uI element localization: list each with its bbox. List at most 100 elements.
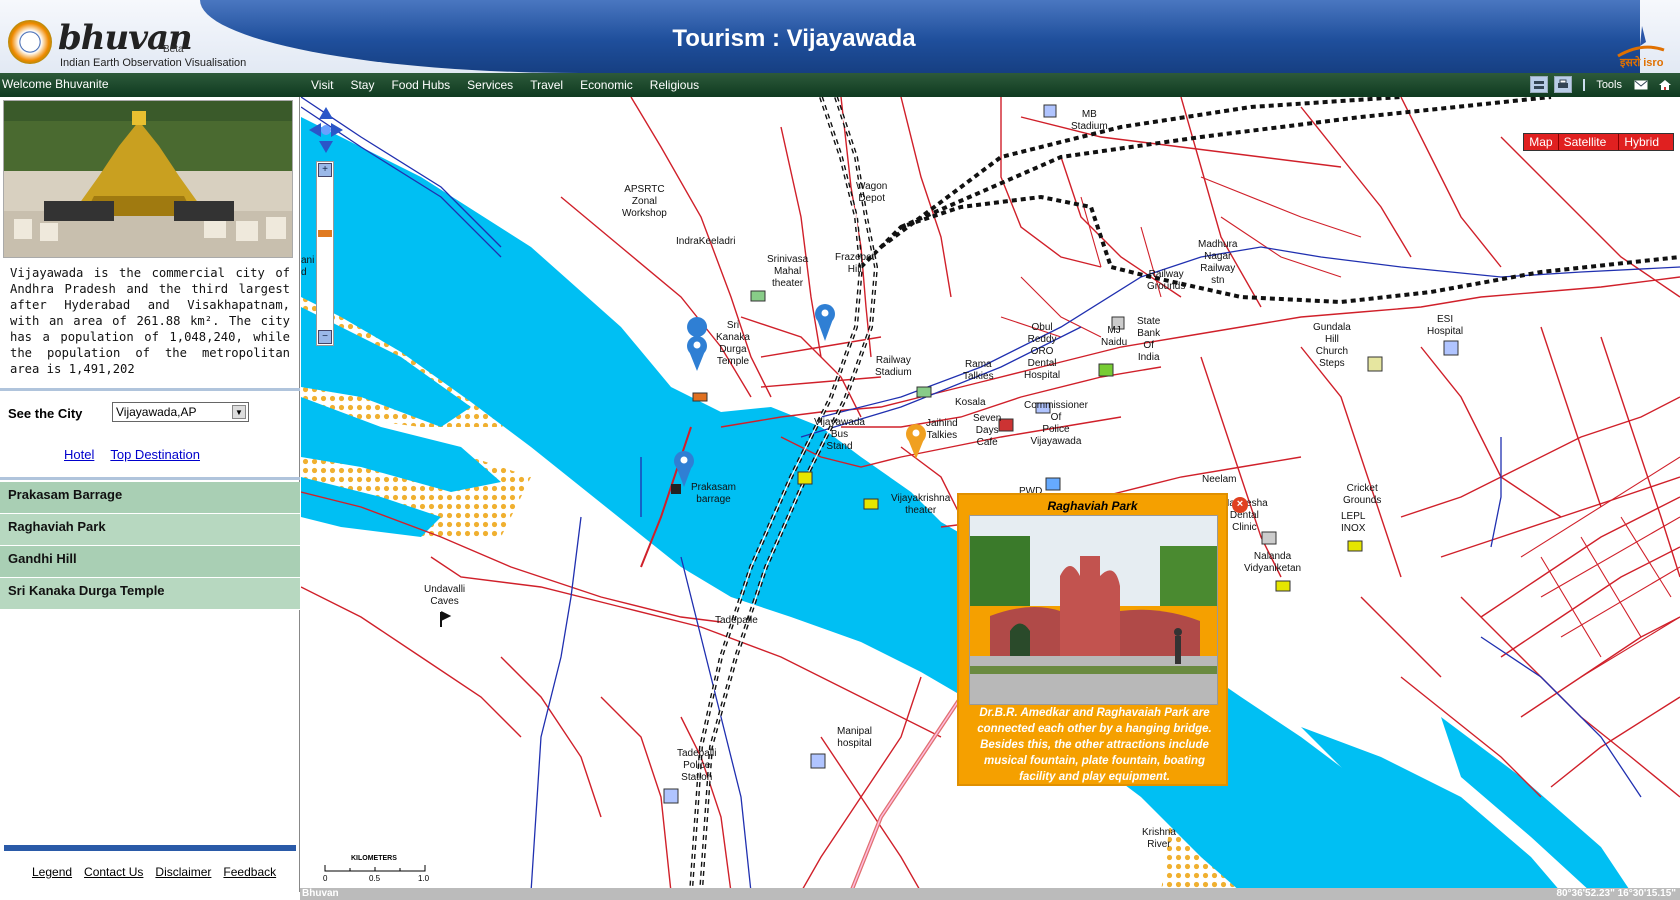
map-type-satellite[interactable]: Satellite [1559, 134, 1620, 150]
label-madhura-nagar: Madhura Nagar Railway stn [1198, 239, 1238, 286]
destination-kanaka-durga-temple[interactable]: Sri Kanaka Durga Temple [0, 578, 300, 610]
print-icon[interactable] [1554, 76, 1573, 93]
label-railway-stadium: Railway Stadium [875, 355, 912, 378]
tools-label[interactable]: Tools [1596, 79, 1622, 91]
map-type-switcher: Map Satellite Hybrid [1523, 133, 1674, 151]
label-left-edge: ani d [301, 255, 315, 278]
zoom-in-icon[interactable]: + [318, 163, 332, 177]
menu-food-hubs[interactable]: Food Hubs [391, 78, 450, 92]
label-jaihind: Jaihind Talkies [926, 418, 958, 441]
footer-divider [4, 845, 296, 851]
label-frazepet-hill: Frazepet Hill [835, 252, 875, 275]
destination-prakasam-barrage[interactable]: Prakasam Barrage [0, 482, 300, 514]
label-seven-days: Seven Days Cafe [973, 413, 1002, 448]
status-left: Bhuvan [302, 888, 339, 899]
top-destination-link[interactable]: Top Destination [110, 447, 200, 462]
svg-text:इसरो isro: इसरो isro [1619, 55, 1664, 68]
scale-tick-0: 0 [323, 874, 328, 883]
destination-gandhi-hill[interactable]: Gandhi Hill [0, 546, 300, 578]
label-tadepalli-police: Tadepalli Police Station [677, 748, 717, 783]
menu-travel[interactable]: Travel [530, 78, 563, 92]
label-indrakeeladri: IndraKeeladri [676, 236, 736, 247]
map-type-map[interactable]: Map [1524, 134, 1559, 150]
coordinate-readout: 80°36'52.23" 16°30'15.15" [1556, 888, 1676, 899]
zoom-handle[interactable] [318, 230, 332, 237]
menu-stay[interactable]: Stay [350, 78, 374, 92]
label-cricket-grounds: Cricket Grounds [1343, 483, 1382, 506]
scale-tick-half: 0.5 [369, 874, 381, 883]
label-undavalli: Undavalli Caves [424, 584, 466, 607]
bhuvan-watermark: bhuvan [1087, 813, 1155, 834]
nav-bar: Welcome Bhuvanite Visit Stay Food Hubs S… [0, 73, 1680, 97]
info-popup: Raghaviah Park Dr.B.R. Amedkar and Ragha… [957, 493, 1228, 786]
menu-services[interactable]: Services [467, 78, 513, 92]
chevron-down-icon[interactable]: ▼ [232, 405, 246, 419]
popup-title: Raghaviah Park [1047, 499, 1138, 513]
city-description: Vijayawada is the commercial city of And… [10, 266, 290, 376]
close-icon[interactable]: × [1232, 497, 1248, 513]
scale-bar: KILOMETERS 0 0.5 1.0 [323, 855, 433, 885]
tagline: Indian Earth Observation Visualisation [60, 57, 247, 69]
label-srinivasa-mahal: Srinivasa Mahal theater [767, 254, 809, 289]
city-photo [3, 100, 293, 258]
label-kanaka-durga: Sri Kanaka Durga Temple [716, 320, 750, 367]
menu-economic[interactable]: Economic [580, 78, 633, 92]
label-prakasam-barrage: Prakasam barrage [691, 482, 737, 505]
isro-logo-icon: इसरो isro [1617, 26, 1665, 68]
app-header: bhuvan Beta Indian Earth Observation Vis… [0, 0, 1680, 73]
map-canvas[interactable]: MB Stadium APSRTC Zonal Workshop Wagon D… [301, 97, 1680, 892]
home-icon[interactable] [1656, 76, 1674, 93]
menu-visit[interactable]: Visit [311, 78, 333, 92]
popup-description: Dr.B.R. Amedkar and Raghavaiah Park are … [977, 707, 1212, 783]
label-lepl-inox: LEPL INOX [1341, 511, 1366, 534]
mail-icon[interactable] [1632, 76, 1650, 93]
layers-icon[interactable] [1530, 76, 1549, 93]
see-city-label: See the City [8, 406, 83, 421]
label-vijayakrishna: Vijayakrishna theater [891, 493, 951, 516]
destination-list: Prakasam Barrage Raghaviah Park Gandhi H… [0, 482, 300, 610]
tools-icon[interactable] [1578, 76, 1590, 93]
label-kosala: Kosala [955, 397, 986, 408]
main-menu: Visit Stay Food Hubs Services Travel Eco… [311, 78, 699, 92]
scale-tick-1: 1.0 [418, 874, 430, 883]
label-tadepalle: Tadepalle [715, 615, 758, 626]
scale-title: KILOMETERS [351, 855, 397, 862]
contact-us-link[interactable]: Contact Us [84, 865, 143, 879]
label-mj-naidu: MJ Naidu [1101, 325, 1128, 348]
zoom-slider[interactable]: + − [316, 161, 334, 346]
legend-link[interactable]: Legend [32, 865, 72, 879]
label-esi-hospital: ESI Hospital [1427, 314, 1464, 337]
zoom-out-icon[interactable]: − [318, 330, 332, 344]
label-rama-talkies: Rama Talkies [963, 359, 994, 382]
park-photo [969, 515, 1218, 705]
pan-control-icon[interactable] [307, 105, 345, 155]
sidebar: Vijayawada is the commercial city of And… [0, 97, 300, 892]
feedback-link[interactable]: Feedback [223, 865, 276, 879]
disclaimer-link[interactable]: Disclaimer [155, 865, 211, 879]
label-obul-reddy: Obul Reddy ORO Dental Hospital [1024, 322, 1061, 381]
status-bar: Bhuvan 80°36'52.23" 16°30'15.15" [300, 888, 1680, 900]
city-dropdown-value: Vijayawada,AP [116, 405, 197, 419]
divider [0, 477, 300, 480]
label-manipal: Manipal hospital [837, 726, 873, 749]
label-state-bank: State Bank Of India [1137, 316, 1161, 363]
toolbar: Tools [1530, 76, 1674, 93]
menu-religious[interactable]: Religious [650, 78, 699, 92]
destination-raghaviah-park[interactable]: Raghaviah Park [0, 514, 300, 546]
label-apsrtc: APSRTC Zonal Workshop [622, 184, 667, 219]
welcome-text: Welcome Bhuvanite [2, 77, 109, 91]
scale-ruler [324, 865, 426, 872]
label-wagon-depot: Wagon Depot [856, 181, 888, 204]
label-commissioner: Commissioner Of Police Vijayawada [1024, 400, 1088, 447]
footer-links: Legend Contact Us Disclaimer Feedback [32, 865, 276, 879]
label-bus-stand: Vijayawada Bus Stand [814, 417, 865, 452]
page-title: Tourism : Vijayawada [672, 25, 916, 52]
hotel-link[interactable]: Hotel [64, 447, 94, 462]
label-gundala-hill: Gundala Hill Church Steps [1313, 322, 1351, 369]
map-type-hybrid[interactable]: Hybrid [1619, 134, 1673, 150]
city-dropdown[interactable]: Vijayawada,AP ▼ [112, 402, 249, 422]
label-nalanda: Nalanda Vidyaniketan [1244, 551, 1302, 574]
sidebar-links: Hotel Top Destination [64, 447, 200, 462]
label-railway-grounds: Railway Grounds [1147, 269, 1186, 292]
label-mb-stadium: MB Stadium [1071, 109, 1108, 132]
